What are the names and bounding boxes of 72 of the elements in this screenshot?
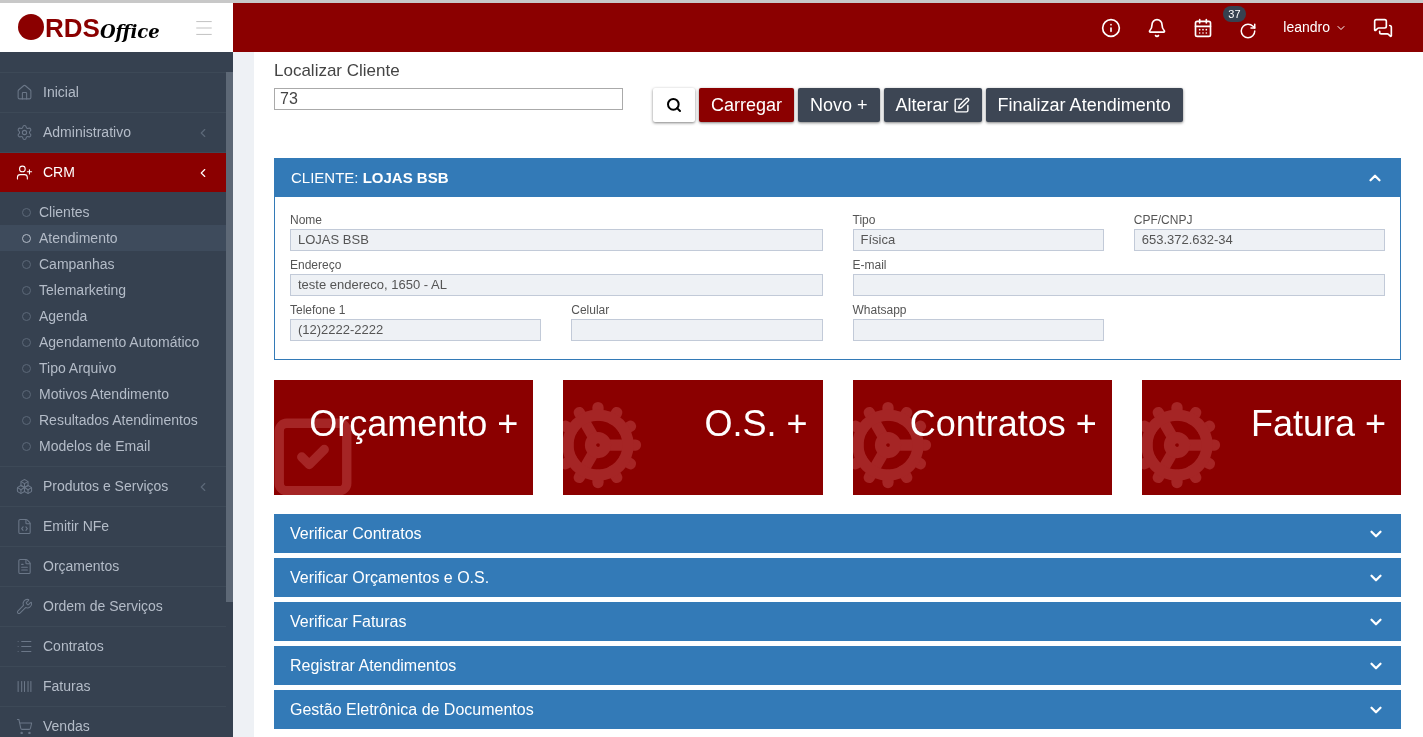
submenu-item[interactable]: Motivos Atendimento bbox=[0, 381, 226, 407]
submenu-item[interactable]: Atendimento bbox=[0, 225, 226, 251]
submenu-item[interactable]: Clientes bbox=[0, 199, 226, 225]
submenu-item[interactable]: Campanhas bbox=[0, 251, 226, 277]
field-label: Endereço bbox=[290, 257, 343, 274]
edit-icon bbox=[952, 96, 970, 114]
sidebar-item[interactable]: Contratos bbox=[0, 626, 226, 666]
sidebar-item[interactable]: Vendas bbox=[0, 706, 226, 737]
action-button[interactable]: Carregar bbox=[699, 88, 795, 122]
count-badge: 37 bbox=[1223, 5, 1246, 22]
submenu-item[interactable]: Telemarketing bbox=[0, 277, 226, 303]
accordion-header[interactable]: Verificar Contratos bbox=[274, 514, 1401, 553]
search-field[interactable]: 73 bbox=[274, 88, 623, 110]
field-label: Whatsapp bbox=[852, 302, 908, 319]
shortcut-tile[interactable]: Fatura + bbox=[1141, 380, 1401, 495]
input-field[interactable]: 653.372.632-34 bbox=[1133, 229, 1385, 251]
list-icon bbox=[16, 638, 33, 655]
panel-title: CLIENTE: LOJAS BSB bbox=[291, 167, 450, 188]
cubes-icon bbox=[16, 478, 33, 495]
sidebar-item[interactable]: CRM bbox=[0, 152, 226, 192]
chat-icon[interactable] bbox=[1373, 17, 1393, 38]
submenu-item[interactable]: Tipo Arquivo bbox=[0, 355, 226, 381]
bell-icon[interactable] bbox=[1147, 17, 1168, 38]
field-label: Celular bbox=[571, 302, 611, 319]
shortcut-tile[interactable]: Contratos + bbox=[852, 380, 1112, 495]
code-file-icon bbox=[16, 518, 33, 535]
search-button[interactable] bbox=[653, 88, 695, 122]
logo[interactable]: RDSOffice bbox=[18, 14, 160, 41]
document-icon bbox=[16, 558, 33, 575]
info-icon[interactable] bbox=[1101, 17, 1122, 38]
submenu-item[interactable]: Resultados Atendimentos bbox=[0, 407, 226, 433]
panel-header[interactable]: CLIENTE: LOJAS BSB bbox=[275, 159, 1400, 197]
gear-icon bbox=[563, 400, 644, 490]
calendar-icon[interactable] bbox=[1193, 17, 1214, 38]
submenu-item[interactable]: Agenda bbox=[0, 303, 226, 329]
field-label: Telefone 1 bbox=[290, 302, 347, 319]
input-field[interactable]: Física bbox=[852, 229, 1104, 251]
accordion-header[interactable]: Verificar Orçamentos e O.S. bbox=[274, 558, 1401, 597]
input-field[interactable] bbox=[571, 319, 823, 341]
barcode-icon bbox=[16, 678, 33, 695]
action-button[interactable]: Alterar bbox=[883, 88, 982, 122]
accordion-header[interactable]: Registrar Atendimentos bbox=[274, 646, 1401, 685]
action-button[interactable]: Novo + bbox=[798, 88, 880, 122]
field-label: CPF/CNPJ bbox=[1133, 212, 1194, 229]
field-label: Nome bbox=[290, 212, 323, 229]
cart-icon bbox=[16, 718, 33, 735]
field-label: Localizar Cliente bbox=[274, 60, 401, 82]
sidebar-item[interactable]: Faturas bbox=[0, 666, 226, 706]
user-menu[interactable]: leandro bbox=[1283, 17, 1347, 38]
search-icon bbox=[666, 97, 682, 113]
gear-icon bbox=[16, 124, 33, 141]
sidebar-item[interactable]: Ordem de Serviços bbox=[0, 586, 226, 626]
gear-icon bbox=[1141, 400, 1222, 490]
field-label: Tipo bbox=[852, 212, 877, 229]
input-field[interactable]: (12)2222-2222 bbox=[290, 319, 542, 341]
home-icon bbox=[16, 84, 33, 101]
shortcut-tile[interactable]: Orçamento + bbox=[274, 380, 534, 495]
submenu-item[interactable]: Modelos de Email bbox=[0, 433, 226, 459]
input-field[interactable]: teste endereco, 1650 - AL bbox=[290, 274, 823, 296]
action-button[interactable]: Finalizar Atendimento bbox=[985, 88, 1183, 122]
submenu-item[interactable]: Agendamento Automático bbox=[0, 329, 226, 355]
accordion-header[interactable]: Gestão Eletrônica de Documentos bbox=[274, 690, 1401, 729]
input-field[interactable]: LOJAS BSB bbox=[290, 229, 823, 251]
shortcut-tile[interactable]: O.S. + bbox=[563, 380, 823, 495]
scrollbar[interactable] bbox=[226, 72, 233, 602]
field-label: E-mail bbox=[852, 257, 888, 274]
input-field[interactable] bbox=[852, 319, 1104, 341]
accordion-header[interactable]: Verificar Faturas bbox=[274, 602, 1401, 641]
wrench-icon bbox=[16, 598, 33, 615]
user-plus-icon bbox=[16, 164, 33, 181]
refresh-icon[interactable] bbox=[1239, 21, 1258, 40]
input-field[interactable] bbox=[852, 274, 1385, 296]
